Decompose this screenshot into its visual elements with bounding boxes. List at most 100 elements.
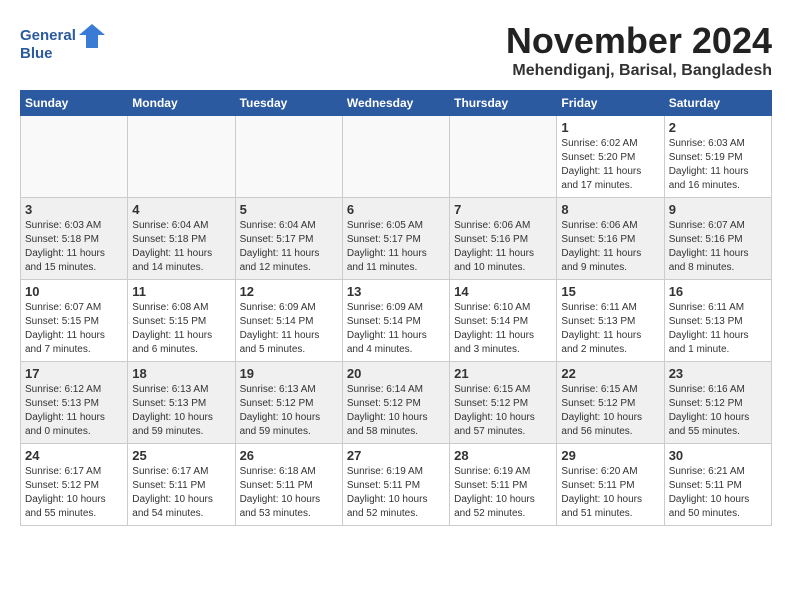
title-block: November 2024 Mehendiganj, Barisal, Bang…: [506, 20, 772, 80]
cell-info: Daylight: 11 hours and 15 minutes.: [25, 247, 123, 275]
day-number: 12: [240, 284, 338, 299]
cell-info: Sunset: 5:11 PM: [132, 479, 230, 493]
cell-info: Daylight: 11 hours and 6 minutes.: [132, 329, 230, 357]
day-number: 23: [669, 366, 767, 381]
calendar-week-row: 3Sunrise: 6:03 AMSunset: 5:18 PMDaylight…: [21, 198, 772, 280]
day-number: 10: [25, 284, 123, 299]
svg-text:General: General: [20, 27, 76, 44]
cell-info: Sunrise: 6:06 AM: [454, 219, 552, 233]
cell-info: Daylight: 11 hours and 16 minutes.: [669, 165, 767, 193]
cell-info: Sunset: 5:14 PM: [240, 315, 338, 329]
calendar-cell: 18Sunrise: 6:13 AMSunset: 5:13 PMDayligh…: [128, 362, 235, 444]
day-number: 24: [25, 448, 123, 463]
day-number: 14: [454, 284, 552, 299]
cell-info: Sunset: 5:12 PM: [25, 479, 123, 493]
calendar-cell: 22Sunrise: 6:15 AMSunset: 5:12 PMDayligh…: [557, 362, 664, 444]
col-header-wednesday: Wednesday: [342, 91, 449, 116]
cell-info: Daylight: 10 hours and 56 minutes.: [561, 411, 659, 439]
cell-info: Daylight: 10 hours and 52 minutes.: [454, 493, 552, 521]
col-header-friday: Friday: [557, 91, 664, 116]
calendar-cell: 25Sunrise: 6:17 AMSunset: 5:11 PMDayligh…: [128, 444, 235, 526]
day-number: 8: [561, 202, 659, 217]
cell-info: Sunrise: 6:18 AM: [240, 465, 338, 479]
cell-info: Daylight: 11 hours and 4 minutes.: [347, 329, 445, 357]
day-number: 20: [347, 366, 445, 381]
cell-info: Sunrise: 6:05 AM: [347, 219, 445, 233]
calendar-cell: 23Sunrise: 6:16 AMSunset: 5:12 PMDayligh…: [664, 362, 771, 444]
cell-info: Daylight: 11 hours and 12 minutes.: [240, 247, 338, 275]
calendar-week-row: 24Sunrise: 6:17 AMSunset: 5:12 PMDayligh…: [21, 444, 772, 526]
calendar-cell: [342, 116, 449, 198]
cell-info: Sunset: 5:14 PM: [454, 315, 552, 329]
cell-info: Sunset: 5:18 PM: [25, 233, 123, 247]
day-number: 11: [132, 284, 230, 299]
cell-info: Sunset: 5:13 PM: [561, 315, 659, 329]
day-number: 1: [561, 120, 659, 135]
cell-info: Sunset: 5:11 PM: [561, 479, 659, 493]
cell-info: Sunset: 5:11 PM: [669, 479, 767, 493]
cell-info: Daylight: 11 hours and 0 minutes.: [25, 411, 123, 439]
cell-info: Daylight: 11 hours and 14 minutes.: [132, 247, 230, 275]
day-number: 4: [132, 202, 230, 217]
calendar-cell: 9Sunrise: 6:07 AMSunset: 5:16 PMDaylight…: [664, 198, 771, 280]
cell-info: Sunrise: 6:08 AM: [132, 301, 230, 315]
cell-info: Sunrise: 6:11 AM: [669, 301, 767, 315]
cell-info: Sunrise: 6:11 AM: [561, 301, 659, 315]
cell-info: Sunrise: 6:02 AM: [561, 137, 659, 151]
cell-info: Sunset: 5:11 PM: [347, 479, 445, 493]
cell-info: Sunset: 5:17 PM: [347, 233, 445, 247]
cell-info: Daylight: 11 hours and 1 minute.: [669, 329, 767, 357]
cell-info: Daylight: 11 hours and 11 minutes.: [347, 247, 445, 275]
day-number: 29: [561, 448, 659, 463]
day-number: 28: [454, 448, 552, 463]
cell-info: Sunrise: 6:09 AM: [240, 301, 338, 315]
calendar-cell: 26Sunrise: 6:18 AMSunset: 5:11 PMDayligh…: [235, 444, 342, 526]
calendar-week-row: 10Sunrise: 6:07 AMSunset: 5:15 PMDayligh…: [21, 280, 772, 362]
cell-info: Sunset: 5:11 PM: [454, 479, 552, 493]
cell-info: Daylight: 11 hours and 10 minutes.: [454, 247, 552, 275]
calendar-cell: 24Sunrise: 6:17 AMSunset: 5:12 PMDayligh…: [21, 444, 128, 526]
day-number: 21: [454, 366, 552, 381]
calendar-cell: 7 Sunrise: 6:06 AMSunset: 5:16 PMDaylight…: [450, 198, 557, 280]
cell-info: Sunrise: 6:03 AM: [25, 219, 123, 233]
cell-info: Sunset: 5:18 PM: [132, 233, 230, 247]
day-number: 19: [240, 366, 338, 381]
cell-info: Sunset: 5:13 PM: [25, 397, 123, 411]
cell-info: Sunset: 5:16 PM: [454, 233, 552, 247]
calendar-cell: 12Sunrise: 6:09 AMSunset: 5:14 PMDayligh…: [235, 280, 342, 362]
calendar-cell: [235, 116, 342, 198]
calendar-cell: 20Sunrise: 6:14 AMSunset: 5:12 PMDayligh…: [342, 362, 449, 444]
cell-info: Sunset: 5:15 PM: [132, 315, 230, 329]
day-number: 22: [561, 366, 659, 381]
cell-info: Sunset: 5:11 PM: [240, 479, 338, 493]
calendar-cell: 16Sunrise: 6:11 AMSunset: 5:13 PMDayligh…: [664, 280, 771, 362]
calendar-cell: [450, 116, 557, 198]
cell-info: Sunrise: 6:09 AM: [347, 301, 445, 315]
calendar-week-row: 17Sunrise: 6:12 AMSunset: 5:13 PMDayligh…: [21, 362, 772, 444]
calendar-cell: 30Sunrise: 6:21 AMSunset: 5:11 PMDayligh…: [664, 444, 771, 526]
month-title: November 2024: [506, 20, 772, 62]
cell-info: Daylight: 10 hours and 58 minutes.: [347, 411, 445, 439]
calendar-cell: 10Sunrise: 6:07 AMSunset: 5:15 PMDayligh…: [21, 280, 128, 362]
cell-info: Sunset: 5:16 PM: [561, 233, 659, 247]
day-number: 9: [669, 202, 767, 217]
cell-info: Sunset: 5:13 PM: [132, 397, 230, 411]
cell-info: Daylight: 11 hours and 9 minutes.: [561, 247, 659, 275]
day-number: 26: [240, 448, 338, 463]
cell-info: Daylight: 11 hours and 8 minutes.: [669, 247, 767, 275]
calendar-cell: 5Sunrise: 6:04 AMSunset: 5:17 PMDaylight…: [235, 198, 342, 280]
day-number: 7: [454, 202, 552, 217]
cell-info: Daylight: 10 hours and 54 minutes.: [132, 493, 230, 521]
page-header: General Blue November 2024 Mehendiganj, …: [20, 20, 772, 80]
calendar-cell: 6Sunrise: 6:05 AMSunset: 5:17 PMDaylight…: [342, 198, 449, 280]
calendar-week-row: 1Sunrise: 6:02 AMSunset: 5:20 PMDaylight…: [21, 116, 772, 198]
day-number: 2: [669, 120, 767, 135]
day-number: 5: [240, 202, 338, 217]
cell-info: Sunrise: 6:12 AM: [25, 383, 123, 397]
cell-info: Sunrise: 6:13 AM: [240, 383, 338, 397]
calendar-cell: 21Sunrise: 6:15 AMSunset: 5:12 PMDayligh…: [450, 362, 557, 444]
cell-info: Daylight: 10 hours and 59 minutes.: [132, 411, 230, 439]
calendar-cell: 17Sunrise: 6:12 AMSunset: 5:13 PMDayligh…: [21, 362, 128, 444]
cell-info: Sunset: 5:15 PM: [25, 315, 123, 329]
cell-info: Sunrise: 6:03 AM: [669, 137, 767, 151]
